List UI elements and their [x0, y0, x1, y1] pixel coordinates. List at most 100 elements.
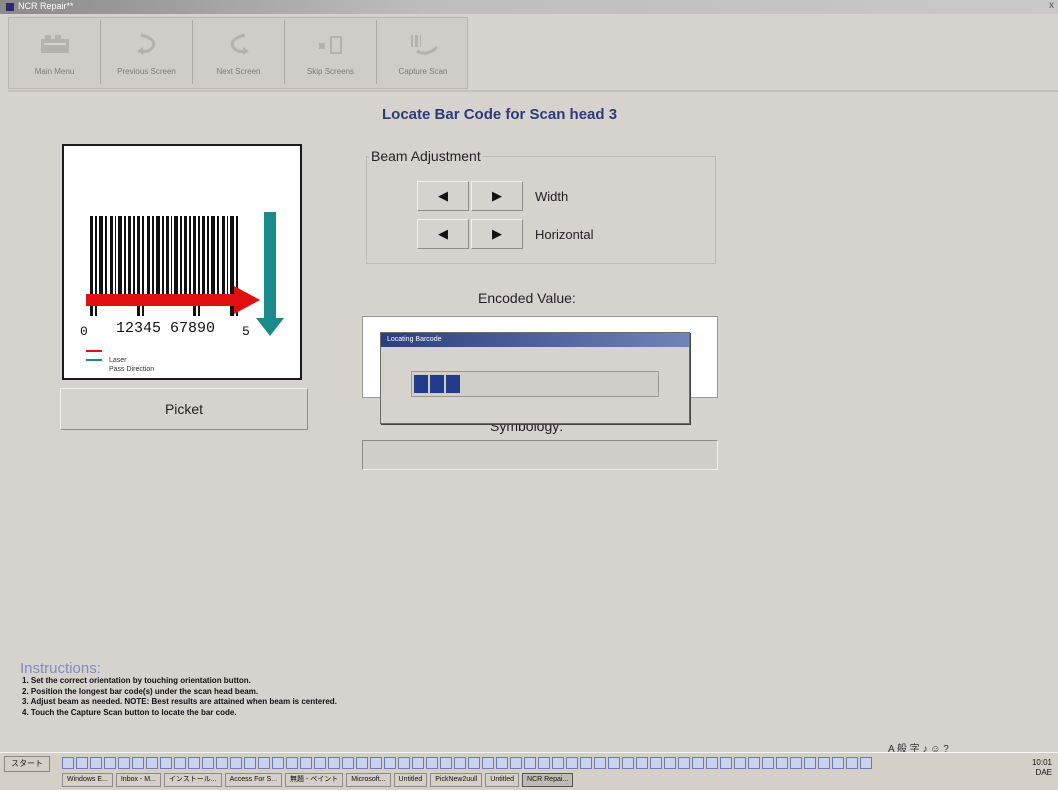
- quick-launch-icon[interactable]: [846, 757, 858, 769]
- task-button[interactable]: Windows E...: [62, 773, 113, 787]
- quick-launch-icon[interactable]: [328, 757, 340, 769]
- task-button[interactable]: Access For S...: [224, 773, 283, 787]
- quick-launch-icon[interactable]: [790, 757, 802, 769]
- quick-launch-icon[interactable]: [636, 757, 648, 769]
- start-button[interactable]: スタート: [4, 756, 50, 772]
- task-button[interactable]: Untitled: [393, 773, 428, 787]
- skip-screens-button[interactable]: Skip Screens: [285, 20, 377, 84]
- dialog-title: Locating Barcode: [381, 333, 689, 347]
- window-titlebar: NCR Repair** x: [0, 0, 1058, 14]
- quick-launch-icon[interactable]: [412, 757, 424, 769]
- quick-launch-icon[interactable]: [706, 757, 718, 769]
- next-screen-icon: [230, 33, 249, 55]
- task-button[interactable]: インストール...: [163, 773, 222, 787]
- taskbar: スタート Windows E... Inbox - M... インストール...…: [0, 752, 1058, 790]
- instruction-step: 3. Adjust beam as needed. NOTE: Best res…: [22, 697, 337, 706]
- quick-launch-icon[interactable]: [818, 757, 830, 769]
- legend-laser-label: Laser: [109, 357, 127, 364]
- progress-chunk: [430, 375, 444, 393]
- quick-launch-icon[interactable]: [622, 757, 634, 769]
- instruction-step: 2. Position the longest bar code(s) unde…: [22, 686, 259, 696]
- quick-launch-icon[interactable]: [594, 757, 606, 769]
- quick-launch-icon[interactable]: [608, 757, 620, 769]
- barcode-orientation-image[interactable]: 0 12345 67890 5 Laser Pass Direction: [62, 144, 302, 380]
- quick-launch-icon[interactable]: [118, 757, 130, 769]
- quick-launch-icon[interactable]: [664, 757, 676, 769]
- previous-screen-button[interactable]: Previous Screen: [101, 20, 193, 84]
- main-menu-button[interactable]: Main Menu: [9, 20, 101, 84]
- horizontal-label: Horizontal: [535, 227, 594, 242]
- horizontal-decrease-button[interactable]: ◀: [417, 219, 469, 249]
- symbology-field: [362, 440, 718, 470]
- quick-launch-icon[interactable]: [426, 757, 438, 769]
- quick-launch-icon[interactable]: [776, 757, 788, 769]
- quick-launch-icon[interactable]: [440, 757, 452, 769]
- quick-launch-icon[interactable]: [650, 757, 662, 769]
- task-button[interactable]: Microsoft...: [346, 773, 391, 787]
- picket-button[interactable]: Picket: [60, 388, 308, 430]
- quick-launch-icon[interactable]: [202, 757, 214, 769]
- horizontal-increase-button[interactable]: ▶: [471, 219, 523, 249]
- quick-launch-icon[interactable]: [720, 757, 732, 769]
- task-button[interactable]: Inbox - M...: [115, 773, 161, 787]
- quick-launch-icon[interactable]: [188, 757, 200, 769]
- quick-launch-icon[interactable]: [216, 757, 228, 769]
- quick-launch-icon[interactable]: [510, 757, 522, 769]
- next-screen-button[interactable]: Next Screen: [193, 20, 285, 84]
- quick-launch-icon[interactable]: [678, 757, 690, 769]
- capture-scan-button[interactable]: Capture Scan: [377, 20, 469, 84]
- quick-launch-icon[interactable]: [734, 757, 746, 769]
- quick-launch-icon[interactable]: [76, 757, 88, 769]
- task-button[interactable]: 無題 - ペイント: [285, 773, 344, 787]
- quick-launch-icon[interactable]: [482, 757, 494, 769]
- quick-launch-icon[interactable]: [538, 757, 550, 769]
- task-button[interactable]: Untitled: [485, 773, 520, 787]
- quick-launch-icon[interactable]: [90, 757, 102, 769]
- quick-launch-icon[interactable]: [160, 757, 172, 769]
- quick-launch-icon[interactable]: [524, 757, 536, 769]
- quick-launch-icon[interactable]: [342, 757, 354, 769]
- quick-launch-icon[interactable]: [104, 757, 116, 769]
- quick-launch-icon[interactable]: [832, 757, 844, 769]
- quick-launch-icon[interactable]: [804, 757, 816, 769]
- quick-launch-icon[interactable]: [174, 757, 186, 769]
- quick-launch-icon[interactable]: [580, 757, 592, 769]
- task-buttons: Windows E... Inbox - M... インストール... Acce…: [62, 773, 574, 787]
- quick-launch-icon[interactable]: [244, 757, 256, 769]
- quick-launch-icon[interactable]: [398, 757, 410, 769]
- clock-day: DAE: [1035, 768, 1052, 777]
- task-button[interactable]: PickNew2uull: [430, 773, 483, 787]
- progress-fill: [414, 375, 462, 393]
- navigation-toolbar: Main Menu Previous Screen Next Screen Sk…: [8, 17, 468, 89]
- previous-screen-icon: [136, 33, 155, 55]
- instruction-step: 1. Set the correct orientation by touchi…: [22, 676, 251, 685]
- quick-launch-icon[interactable]: [370, 757, 382, 769]
- quick-launch-icon[interactable]: [454, 757, 466, 769]
- quick-launch-icon[interactable]: [860, 757, 872, 769]
- quick-launch-icon[interactable]: [748, 757, 760, 769]
- task-button[interactable]: NCR Repai...: [522, 773, 574, 787]
- quick-launch-icon[interactable]: [496, 757, 508, 769]
- width-increase-button[interactable]: ▶: [471, 181, 523, 211]
- close-icon[interactable]: x: [1049, 0, 1054, 11]
- quick-launch-icon[interactable]: [356, 757, 368, 769]
- progress-chunk: [414, 375, 428, 393]
- width-decrease-button[interactable]: ◀: [417, 181, 469, 211]
- quick-launch-icon[interactable]: [272, 757, 284, 769]
- skip-screens-icon: [318, 35, 342, 54]
- quick-launch-icon[interactable]: [286, 757, 298, 769]
- quick-launch-icon[interactable]: [762, 757, 774, 769]
- quick-launch-icon[interactable]: [230, 757, 242, 769]
- header-divider: [8, 90, 1058, 92]
- quick-launch-icon[interactable]: [552, 757, 564, 769]
- quick-launch-icon[interactable]: [314, 757, 326, 769]
- quick-launch-icon[interactable]: [468, 757, 480, 769]
- quick-launch-icon[interactable]: [146, 757, 158, 769]
- quick-launch-icon[interactable]: [62, 757, 74, 769]
- quick-launch-icon[interactable]: [566, 757, 578, 769]
- quick-launch-icon[interactable]: [692, 757, 704, 769]
- quick-launch-icon[interactable]: [384, 757, 396, 769]
- quick-launch-icon[interactable]: [132, 757, 144, 769]
- quick-launch-icon[interactable]: [300, 757, 312, 769]
- quick-launch-icon[interactable]: [258, 757, 270, 769]
